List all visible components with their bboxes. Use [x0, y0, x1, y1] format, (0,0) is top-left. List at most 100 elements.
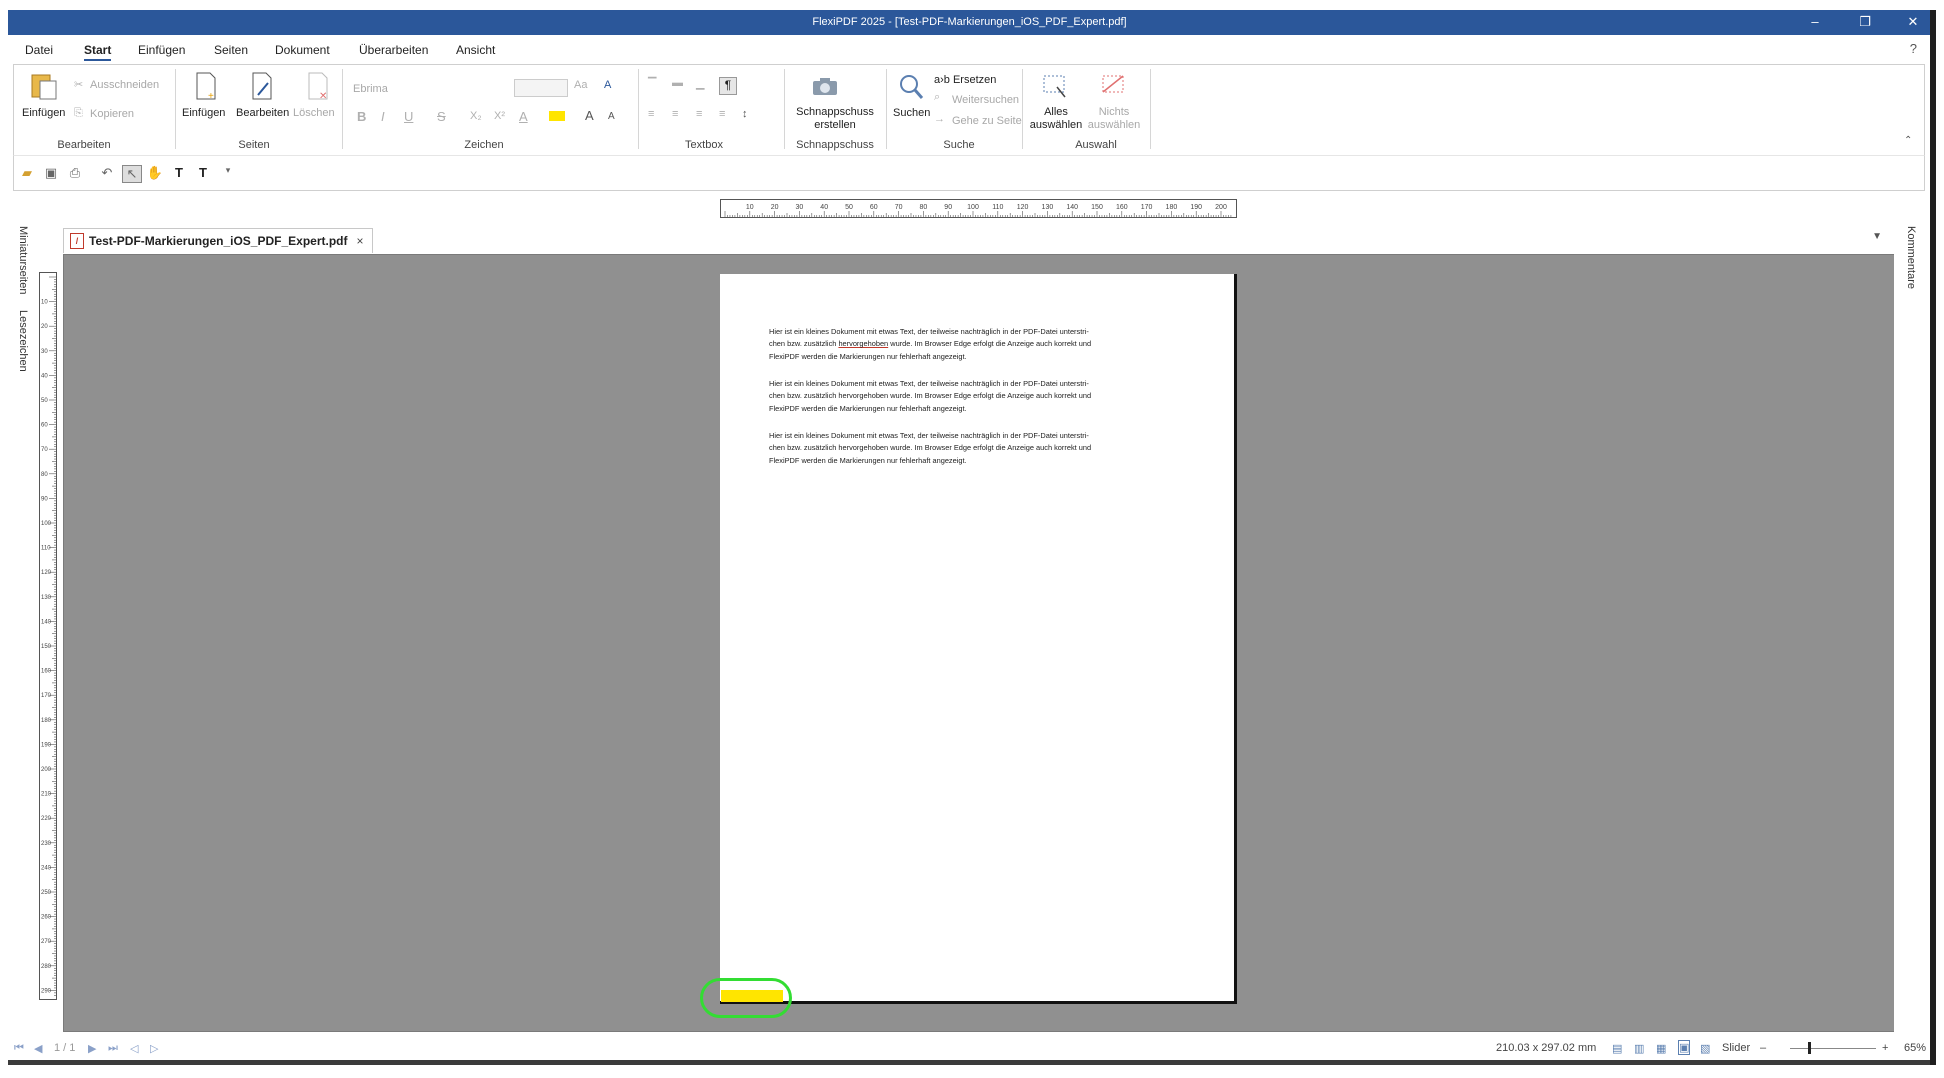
ruler-label: 60 — [870, 204, 878, 211]
menu-seiten[interactable]: Seiten — [214, 43, 248, 57]
italic-button[interactable]: I — [381, 109, 385, 124]
font-color-button[interactable]: A — [519, 109, 528, 124]
undo-icon[interactable]: ↶ — [98, 165, 116, 181]
collapse-ribbon-icon[interactable]: ⌃ — [1904, 135, 1912, 146]
text-direction-icon[interactable]: A — [604, 79, 611, 91]
group-label-schnappschuss: Schnappschuss — [796, 139, 874, 151]
tab-list-dropdown-icon[interactable]: ▼ — [1872, 231, 1882, 242]
menu-datei[interactable]: Datei — [25, 43, 53, 57]
help-icon[interactable]: ? — [1910, 41, 1917, 56]
replace-button[interactable]: a›b Ersetzen — [934, 74, 996, 87]
highlight-color-icon[interactable] — [549, 111, 565, 121]
select-all-button-line1[interactable]: Alles — [1026, 106, 1086, 119]
edit-page-icon — [250, 71, 274, 101]
strikethrough-button[interactable]: S — [437, 109, 446, 124]
open-icon[interactable]: ▰ — [18, 165, 36, 181]
hand-tool-icon[interactable]: ✋ — [146, 165, 164, 181]
first-page-icon[interactable]: ⏮ — [14, 1042, 24, 1055]
page-indicator[interactable]: 1 / 1 — [54, 1042, 75, 1054]
group-label-bearbeiten: Bearbeiten — [57, 139, 111, 151]
edit-page-button[interactable]: Bearbeiten — [236, 107, 289, 120]
menu-start[interactable]: Start — [84, 43, 112, 61]
ruler-label: 140 — [1066, 204, 1078, 211]
facing-view-icon[interactable]: ▣ — [1678, 1040, 1691, 1055]
line-spacing-icon[interactable]: ↕ — [742, 108, 748, 120]
cut-button[interactable]: Ausschneiden — [90, 79, 159, 92]
group-label-textbox: Textbox — [685, 139, 723, 151]
menu-dokument[interactable]: Dokument — [275, 43, 330, 57]
select-none-button-line1[interactable]: Nichts — [1084, 106, 1144, 119]
zoom-mode-label[interactable]: Slider — [1722, 1042, 1750, 1054]
tab-kommentare[interactable]: Kommentare — [1905, 226, 1917, 289]
justify-icon[interactable]: ≡ — [719, 108, 725, 120]
grow-font-button[interactable]: A — [585, 108, 594, 123]
back-icon[interactable]: ◁ — [130, 1042, 138, 1055]
font-case-icon[interactable]: Aa — [574, 79, 587, 91]
select-tool-icon[interactable]: ↖ — [122, 165, 142, 183]
fit-view-icon[interactable]: ▧ — [1700, 1042, 1710, 1055]
align-left-icon[interactable]: ≡ — [648, 108, 654, 120]
find-next-button[interactable]: Weitersuchen — [952, 94, 1019, 107]
restore-button[interactable]: ❐ — [1850, 14, 1880, 32]
menu-ueberarbeiten[interactable]: Überarbeiten — [359, 43, 428, 57]
subscript-button[interactable]: X₂ — [470, 110, 482, 122]
add-text-tool-icon[interactable]: T — [194, 165, 212, 181]
insert-page-button[interactable]: Einfügen — [182, 107, 225, 120]
close-tab-icon[interactable]: × — [357, 234, 364, 248]
snapshot-button-line1[interactable]: Schnappschuss — [784, 106, 886, 119]
ruler-label: 160 — [1116, 204, 1128, 211]
document-tab[interactable]: / Test-PDF-Markierungen_iOS_PDF_Expert.p… — [63, 228, 373, 253]
customize-toolbar-icon[interactable]: ▾ — [219, 165, 237, 181]
text-tool-icon[interactable]: T — [170, 165, 188, 181]
ruler-label: 90 — [944, 204, 952, 211]
next-page-icon[interactable]: ▶ — [88, 1042, 96, 1055]
font-size-field[interactable] — [514, 79, 568, 97]
bold-button[interactable]: B — [357, 109, 366, 124]
forward-icon[interactable]: ▷ — [150, 1042, 158, 1055]
continuous-view-icon[interactable]: ▥ — [1634, 1042, 1644, 1055]
font-name-field[interactable]: Ebrima — [353, 83, 388, 96]
print-icon[interactable]: ⎙ — [66, 165, 84, 181]
tab-lesezeichen[interactable]: Lesezeichen — [17, 310, 29, 372]
single-page-view-icon[interactable]: ▤ — [1612, 1042, 1622, 1055]
minimize-button[interactable]: – — [1800, 14, 1830, 32]
camera-icon — [811, 75, 839, 97]
ruler-label: 200 — [41, 767, 52, 773]
pdf-page[interactable]: Hier ist ein kleines Dokument mit etwas … — [720, 274, 1237, 1004]
menu-einfuegen[interactable]: Einfügen — [138, 43, 185, 57]
two-page-view-icon[interactable]: ▦ — [1656, 1042, 1666, 1055]
zoom-out-button[interactable]: – — [1760, 1042, 1766, 1054]
goto-page-button[interactable]: Gehe zu Seite — [952, 115, 1022, 128]
ruler-label: 290 — [41, 988, 52, 994]
close-window-button[interactable]: ✕ — [1898, 14, 1928, 32]
menu-ansicht[interactable]: Ansicht — [456, 43, 495, 57]
text-line: chen bzw. zusätzlich hervorgehoben wurde… — [769, 391, 1092, 401]
underline-button[interactable]: U — [404, 109, 413, 124]
superscript-button[interactable]: X² — [494, 110, 505, 122]
align-center-icon[interactable]: ≡ — [672, 108, 678, 120]
zoom-in-button[interactable]: + — [1882, 1042, 1888, 1054]
align-top-icon[interactable]: ▔ — [648, 77, 656, 90]
paste-button[interactable]: Einfügen — [22, 107, 65, 120]
save-icon[interactable]: ▣ — [42, 165, 60, 181]
snapshot-button-line2[interactable]: erstellen — [784, 119, 886, 132]
align-bottom-icon[interactable]: ▁ — [696, 77, 704, 90]
align-right-icon[interactable]: ≡ — [696, 108, 702, 120]
search-button[interactable]: Suchen — [893, 107, 930, 120]
zoom-slider-thumb[interactable] — [1808, 1042, 1811, 1054]
select-none-button-line2[interactable]: auswählen — [1084, 119, 1144, 132]
ruler-label: 50 — [845, 204, 853, 211]
prev-page-icon[interactable]: ◀ — [34, 1042, 42, 1055]
copy-button[interactable]: Kopieren — [90, 108, 134, 121]
pilcrow-icon[interactable]: ¶ — [719, 77, 737, 95]
delete-page-button[interactable]: Löschen — [293, 107, 335, 120]
ruler-label: 160 — [41, 669, 52, 675]
select-all-button-line2[interactable]: auswählen — [1026, 119, 1086, 132]
annotation-circle — [700, 978, 792, 1018]
shrink-font-button[interactable]: A — [608, 111, 615, 122]
align-middle-icon[interactable]: ▬ — [672, 77, 683, 89]
group-label-zeichen: Zeichen — [464, 139, 504, 151]
tab-miniaturseiten[interactable]: Miniaturseiten — [17, 226, 29, 294]
zoom-slider[interactable] — [1790, 1048, 1876, 1049]
last-page-icon[interactable]: ⏭ — [108, 1042, 118, 1055]
